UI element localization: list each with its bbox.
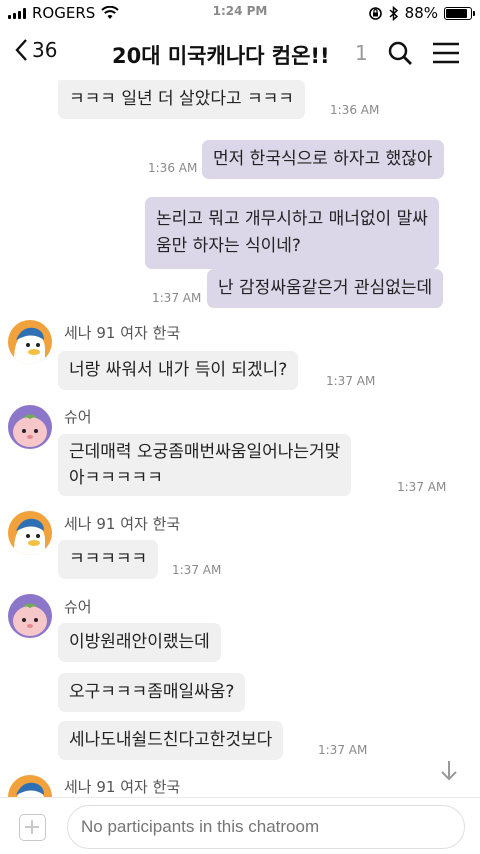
chat-bubble-line: 논리고 뭐고 개무시하고 매너없이 말싸 — [156, 209, 428, 229]
avatar-sena[interactable] — [8, 775, 52, 797]
message-input[interactable] — [67, 805, 465, 849]
sender-name: 세나 91 여자 한국 — [64, 515, 181, 533]
sender-name: 세나 91 여자 한국 — [64, 778, 181, 796]
sender-name: 슈어 — [64, 598, 92, 616]
message-time: 1:37 AM — [326, 374, 376, 388]
message-time: 1:37 AM — [397, 480, 447, 494]
chat-bubble: 세나도내쉴드친다고한것보다 — [58, 721, 284, 760]
battery-icon — [444, 6, 475, 20]
chat-bubble-line: 근데매력 오궁좀매번싸움일어나는거맞 — [69, 442, 341, 462]
message-time: 1:36 AM — [148, 161, 198, 175]
sender-name: 세나 91 여자 한국 — [64, 324, 181, 342]
menu-icon[interactable] — [432, 40, 460, 66]
chat-bubble: 근데매력 오궁좀매번싸움일어나는거맞 아ㅋㅋㅋㅋㅋ — [58, 434, 352, 496]
unread-count: 36 — [32, 38, 58, 62]
avatar-sena[interactable] — [8, 511, 52, 555]
avatar-sure-icon — [8, 405, 52, 449]
chat-bubble: ㅋㅋㅋ 일년 더 살았다고 ㅋㅋㅋ — [58, 80, 305, 119]
member-count: 1 — [355, 41, 368, 65]
bluetooth-icon — [389, 5, 398, 21]
chat-bubble: 먼저 한국식으로 하자고 했잖아 — [202, 140, 444, 179]
message-time: 1:37 AM — [172, 563, 222, 577]
battery-percent: 88% — [404, 4, 438, 22]
message-input-bar — [0, 797, 480, 854]
chat-bubble-line: 움만 하자는 식이네? — [156, 236, 301, 256]
chat-bubble-line: 아ㅋㅋㅋㅋㅋ — [69, 468, 163, 488]
chatroom-title: 20대 미국캐나다 컴온!! — [112, 44, 330, 68]
chevron-left-icon — [15, 39, 27, 61]
attach-plus-button[interactable] — [19, 814, 46, 841]
chatroom-header: 36 20대 미국캐나다 컴온!! 1 — [0, 28, 480, 80]
message-time: 1:36 AM — [330, 103, 380, 117]
message-time: 1:37 AM — [318, 743, 368, 757]
status-bar: ROGERS 1:24 PM 88% — [0, 0, 480, 28]
avatar-sure[interactable] — [8, 594, 52, 638]
scroll-to-bottom-button[interactable] — [430, 752, 468, 790]
avatar-sena-icon — [8, 775, 52, 797]
chat-bubble: ㅋㅋㅋㅋㅋ — [58, 540, 159, 579]
chat-bubble: 오구ㅋㅋㅋ좀매일싸움? — [58, 673, 246, 712]
sender-name: 슈어 — [64, 408, 92, 426]
status-right: 88% — [368, 4, 475, 22]
message-time: 1:37 AM — [152, 291, 202, 305]
avatar-sure[interactable] — [8, 405, 52, 449]
chat-bubble: 논리고 뭐고 개무시하고 매너없이 말싸 움만 하자는 식이네? — [145, 197, 439, 269]
rotation-lock-icon — [368, 6, 382, 20]
chat-bubble: 난 감정싸움같은거 관심없는데 — [207, 269, 444, 308]
avatar-sena[interactable] — [8, 320, 52, 364]
avatar-sena-icon — [8, 511, 52, 555]
back-button[interactable]: 36 — [14, 38, 57, 62]
chat-log[interactable]: ㅋㅋㅋ 일년 더 살았다고 ㅋㅋㅋ 1:36 AM 먼저 한국식으로 하자고 했… — [0, 80, 480, 797]
search-icon[interactable] — [387, 40, 413, 66]
avatar-sure-icon — [8, 594, 52, 638]
avatar-sena-icon — [8, 320, 52, 364]
chat-bubble: 너랑 싸워서 내가 득이 되겠니? — [58, 351, 299, 390]
chat-bubble: 이방원래안이랬는데 — [58, 623, 221, 662]
arrow-down-icon — [441, 761, 457, 781]
